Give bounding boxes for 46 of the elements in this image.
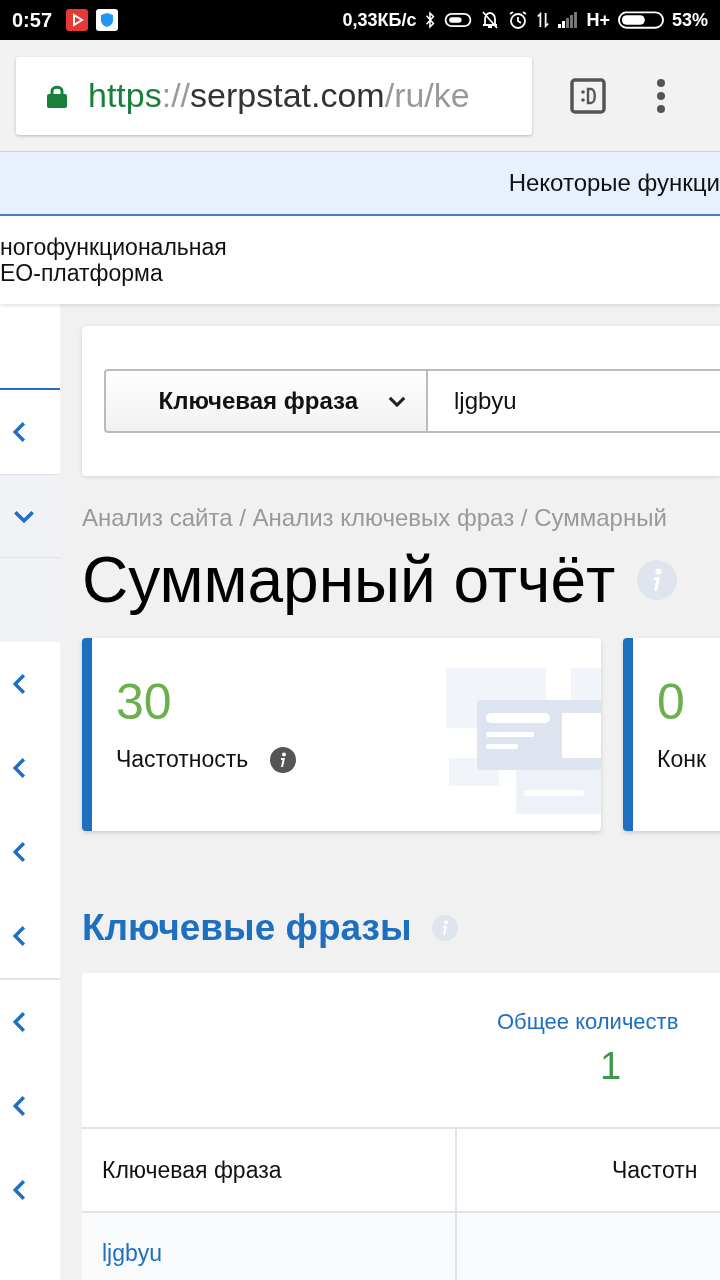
chevron-left-icon	[13, 1011, 26, 1033]
battery-percent: 53%	[671, 9, 708, 31]
notice-text: Некоторые функци	[508, 169, 720, 197]
network-type: H+	[586, 9, 610, 31]
signal-icon	[558, 12, 579, 28]
clock-time: 0:57	[12, 8, 53, 32]
tagline-text: EO-платформа	[0, 260, 164, 286]
summary-value: 1	[600, 1045, 622, 1088]
chevron-left-icon	[13, 1095, 26, 1117]
chevron-left-icon	[13, 757, 26, 779]
column-header: Ключевая фраза	[82, 1129, 457, 1211]
toggle-icon	[444, 12, 473, 28]
tagline-text: ногофункциональная	[0, 234, 227, 260]
address-bar[interactable]: https://serpstat.com/ru/ke	[16, 56, 532, 135]
chevron-left-icon	[13, 673, 26, 695]
page-title: Суммарный отчёт	[82, 543, 616, 618]
stat-label: Конк	[657, 746, 706, 773]
stat-value: 30	[116, 674, 173, 730]
url-text: https://serpstat.com/ru/ke	[88, 76, 470, 115]
alarm-icon	[508, 10, 529, 30]
section-heading: Ключевые фразы	[82, 907, 412, 949]
search-field[interactable]: ljgbyu	[428, 369, 720, 433]
chevron-left-icon	[13, 421, 26, 443]
stat-value: 0	[657, 674, 686, 730]
battery-icon	[617, 10, 664, 30]
chevron-left-icon	[13, 1179, 26, 1201]
chevron-left-icon	[13, 841, 26, 863]
bluetooth-icon	[424, 11, 437, 29]
info-icon[interactable]	[270, 746, 297, 773]
data-arrows-icon	[536, 10, 551, 30]
keyword-link[interactable]: ljgbyu	[102, 1239, 163, 1267]
chevron-down-icon	[388, 395, 406, 407]
column-header: Частотн	[611, 1155, 699, 1185]
summary-label: Общее количеств	[497, 1009, 679, 1035]
shield-app-icon	[96, 9, 119, 31]
network-speed: 0,33КБ/с	[342, 9, 417, 31]
breadcrumb: Анализ сайта / Анализ ключевых фраз / Суммарный	[82, 504, 668, 532]
stat-label: Частотность	[116, 746, 249, 773]
chevron-down-icon	[13, 509, 35, 523]
tab-switcher-icon[interactable]	[570, 77, 606, 114]
muted-bell-icon	[480, 10, 501, 30]
chevron-left-icon	[13, 925, 26, 947]
video-app-icon	[66, 9, 89, 31]
sidebar-item[interactable]	[0, 474, 60, 558]
search-type-dropdown[interactable]: Ключевая фраза	[104, 369, 428, 433]
menu-icon[interactable]	[656, 77, 666, 114]
